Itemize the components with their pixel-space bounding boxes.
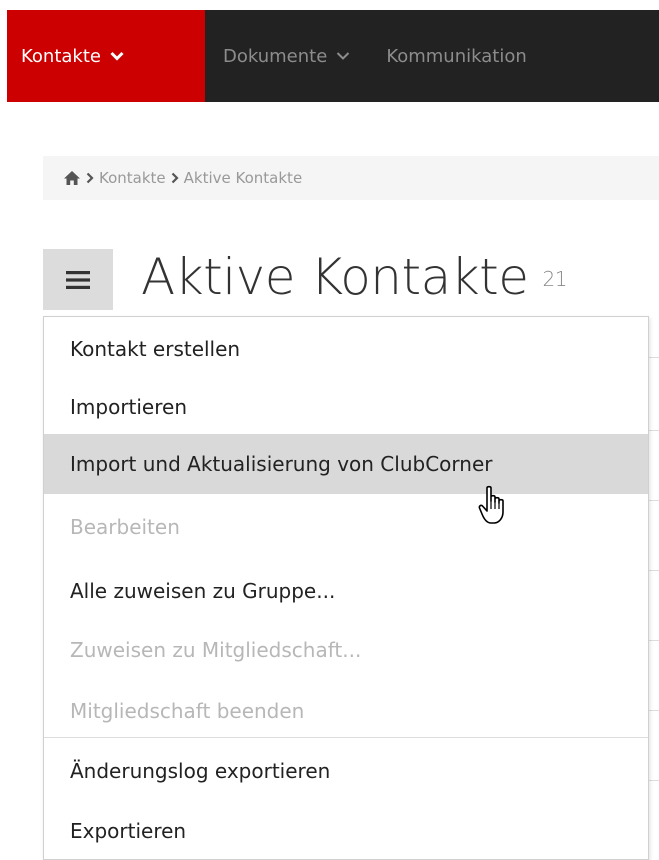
nav-item-kommunikation[interactable]: Kommunikation (368, 10, 544, 102)
menu-item-alle-zuweisen-gruppe[interactable]: Alle zuweisen zu Gruppe... (44, 561, 648, 621)
breadcrumb-link-kontakte[interactable]: Kontakte (99, 169, 166, 187)
breadcrumb: Kontakte Aktive Kontakte (43, 156, 659, 200)
menu-item-label: Zuweisen zu Mitgliedschaft... (70, 638, 362, 662)
actions-dropdown-menu: Kontakt erstellen Importieren Import und… (43, 316, 649, 860)
menu-item-label: Alle zuweisen zu Gruppe... (70, 579, 336, 603)
menu-divider (44, 737, 648, 738)
page-title-text: Aktive Kontakte (141, 248, 529, 306)
contact-count: 21 (542, 266, 568, 291)
nav-item-label: Kontakte (21, 45, 101, 67)
menu-item-label: Import und Aktualisierung von ClubCorner (70, 452, 493, 476)
breadcrumb-current: Aktive Kontakte (183, 169, 303, 187)
menu-item-label: Mitgliedschaft beenden (70, 699, 305, 723)
menu-item-aenderungslog-exportieren[interactable]: Änderungslog exportieren (44, 741, 648, 801)
page-title: Aktive Kontakte 21 (141, 248, 568, 306)
actions-menu-button[interactable] (43, 249, 113, 310)
menu-item-importieren[interactable]: Importieren (44, 377, 648, 437)
hamburger-icon (66, 270, 90, 290)
table-border (648, 357, 659, 358)
hand-pointer-icon (478, 485, 512, 527)
nav-item-label: Dokumente (223, 45, 328, 67)
menu-item-exportieren[interactable]: Exportieren (44, 801, 648, 860)
nav-item-label: Kommunikation (386, 45, 527, 67)
menu-item-zuweisen-mitgliedschaft: Zuweisen zu Mitgliedschaft... (44, 620, 648, 680)
menu-item-import-clubcorner[interactable]: Import und Aktualisierung von ClubCorner (44, 434, 648, 494)
menu-item-kontakt-erstellen[interactable]: Kontakt erstellen (44, 319, 648, 379)
table-border (648, 640, 659, 641)
chevron-right-icon (86, 172, 94, 184)
home-icon[interactable] (63, 170, 81, 186)
top-navigation: Kontakte Dokumente Kommunikation (7, 10, 659, 102)
menu-item-label: Kontakt erstellen (70, 337, 241, 361)
chevron-down-icon (110, 51, 124, 61)
table-border (648, 570, 659, 571)
menu-item-label: Änderungslog exportieren (70, 759, 331, 783)
chevron-right-icon (171, 172, 179, 184)
table-border (648, 710, 659, 711)
table-border (648, 500, 659, 501)
menu-item-label: Importieren (70, 395, 188, 419)
nav-item-kontakte[interactable]: Kontakte (7, 10, 205, 102)
menu-item-bearbeiten: Bearbeiten (44, 497, 648, 557)
chevron-down-icon (336, 51, 350, 61)
menu-item-label: Exportieren (70, 819, 187, 843)
menu-item-label: Bearbeiten (70, 515, 180, 539)
menu-item-mitgliedschaft-beenden: Mitgliedschaft beenden (44, 681, 648, 741)
nav-item-dokumente[interactable]: Dokumente (205, 10, 368, 102)
table-border (648, 430, 659, 431)
table-border (648, 780, 659, 781)
